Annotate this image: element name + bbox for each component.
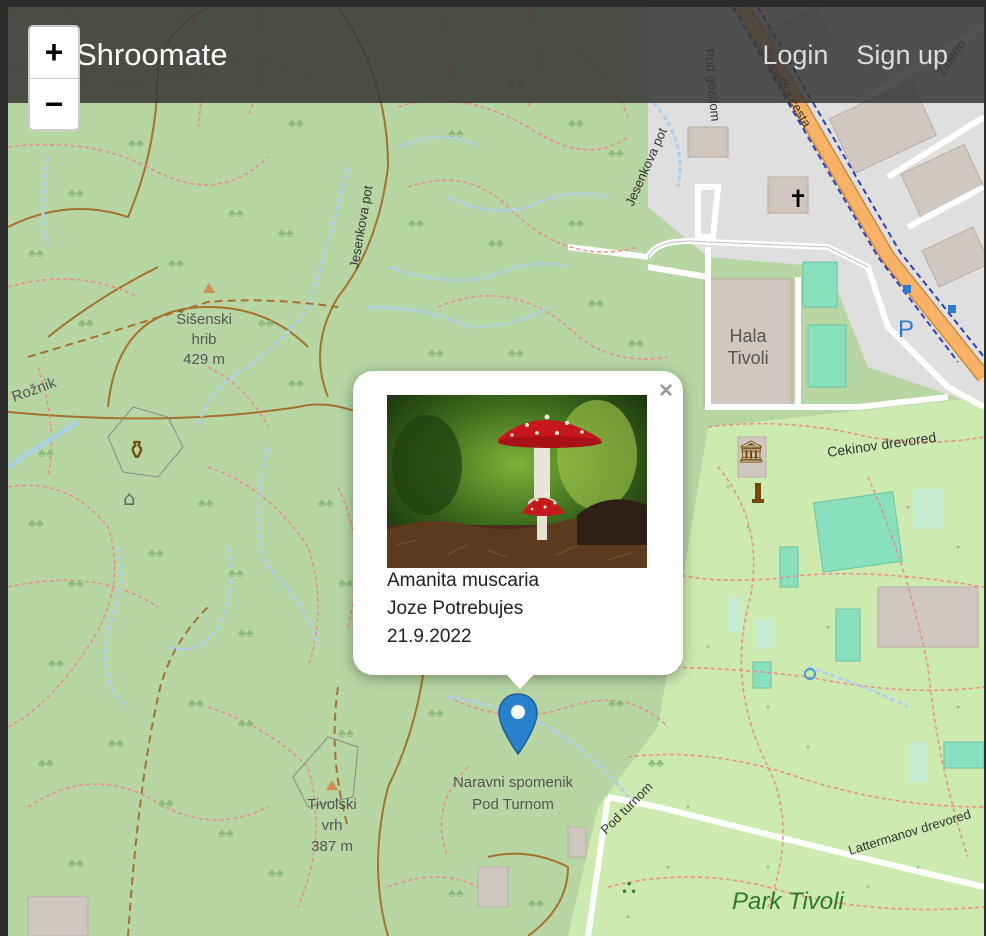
map-label-hala: Hala xyxy=(729,326,767,346)
map-label-tivolski: Tivolski xyxy=(307,796,356,813)
svg-text:♣♣: ♣♣ xyxy=(288,116,304,130)
svg-text:♣♣: ♣♣ xyxy=(318,496,334,510)
popup-tip xyxy=(503,671,537,689)
svg-text:⚱: ⚱ xyxy=(126,436,148,466)
svg-text:♣♣: ♣♣ xyxy=(228,206,244,220)
svg-text:♣♣: ♣♣ xyxy=(68,576,84,590)
svg-text:♣♣: ♣♣ xyxy=(508,346,524,360)
map-label-sisenski: Šišenski xyxy=(176,311,232,328)
svg-text:🏛: 🏛 xyxy=(737,440,765,465)
svg-text:♣♣: ♣♣ xyxy=(628,336,644,350)
svg-text:♣♣: ♣♣ xyxy=(608,696,624,710)
svg-text:♣♣: ♣♣ xyxy=(268,866,284,880)
map-label-pod-turnom-label: Pod Turnom xyxy=(472,796,554,813)
svg-text:♣♣: ♣♣ xyxy=(158,796,174,810)
svg-text:♣♣: ♣♣ xyxy=(648,756,664,770)
svg-text:♣♣: ♣♣ xyxy=(338,726,354,740)
zoom-in-button[interactable]: + xyxy=(30,27,78,79)
mushroom-photo xyxy=(387,395,647,568)
map-label-naravni: Naravni spomenik xyxy=(453,774,574,791)
app-container: ♣♣ ♣♣ ♣♣ ♣♣ ♣♣ ♣♣ ♣♣ ♣♣ ♣♣ ♣♣ ♣♣ ♣♣ ♣♣ ♣♣ ♣♣ ♣♣ ♣♣ ♣… xyxy=(8,7,984,936)
svg-text:♣♣: ♣♣ xyxy=(28,516,44,530)
svg-text:⌂: ⌂ xyxy=(123,486,136,510)
map-label-parking: P xyxy=(898,316,914,343)
map-label-tivolski-elev: 387 m xyxy=(311,838,353,855)
svg-text:♣♣: ♣♣ xyxy=(238,716,254,730)
svg-text:♣♣: ♣♣ xyxy=(168,256,184,270)
svg-text:♣♣: ♣♣ xyxy=(78,316,94,330)
map-label-tivoli-hall: Tivoli xyxy=(727,348,768,368)
svg-text:♣♣: ♣♣ xyxy=(278,226,294,240)
svg-text:♣♣: ♣♣ xyxy=(188,696,204,710)
svg-text:♣♣: ♣♣ xyxy=(148,546,164,560)
nav-links: Login Sign up xyxy=(762,40,948,71)
app-name: Shroomate xyxy=(76,37,228,72)
svg-text:♣♣: ♣♣ xyxy=(448,886,464,900)
svg-text:♣♣: ♣♣ xyxy=(588,296,604,310)
svg-text:♣♣: ♣♣ xyxy=(198,496,214,510)
login-link[interactable]: Login xyxy=(762,40,828,71)
svg-text:♣♣: ♣♣ xyxy=(568,116,584,130)
svg-text:♣♣: ♣♣ xyxy=(568,216,584,230)
zoom-control: + − xyxy=(28,25,80,131)
svg-text:⛬: ⛬ xyxy=(622,874,636,898)
svg-text:♣♣: ♣♣ xyxy=(448,126,464,140)
svg-text:♣♣: ♣♣ xyxy=(38,446,54,460)
svg-text:♣♣: ♣♣ xyxy=(258,316,274,330)
svg-text:♣♣: ♣♣ xyxy=(488,236,504,250)
svg-text:♣♣: ♣♣ xyxy=(338,576,354,590)
svg-text:♣♣: ♣♣ xyxy=(28,246,44,260)
svg-text:♣♣: ♣♣ xyxy=(128,136,144,150)
finder-name: Joze Potrebujes xyxy=(387,598,524,619)
close-icon[interactable]: × xyxy=(659,377,673,405)
svg-text:♣♣: ♣♣ xyxy=(218,826,234,840)
svg-text:♣♣: ♣♣ xyxy=(428,346,444,360)
svg-text:♣♣: ♣♣ xyxy=(608,146,624,160)
signup-link[interactable]: Sign up xyxy=(856,40,948,71)
species-name: Amanita muscaria xyxy=(387,570,540,591)
svg-text:♣♣: ♣♣ xyxy=(528,896,544,910)
map-label-sisenski-elev: 429 m xyxy=(183,351,225,368)
zoom-out-button[interactable]: − xyxy=(30,79,78,129)
svg-text:♣♣: ♣♣ xyxy=(288,376,304,390)
svg-text:♣♣: ♣♣ xyxy=(238,626,254,640)
svg-text:♣♣: ♣♣ xyxy=(68,856,84,870)
svg-text:♣♣: ♣♣ xyxy=(428,706,444,720)
svg-text:♣♣: ♣♣ xyxy=(228,566,244,580)
find-date: 21.9.2022 xyxy=(387,626,472,647)
map-label-park-tivoli: Park Tivoli xyxy=(732,888,844,915)
svg-text:♣♣: ♣♣ xyxy=(48,656,64,670)
svg-text:♣♣: ♣♣ xyxy=(408,216,424,230)
svg-text:✝: ✝ xyxy=(788,185,808,213)
svg-text:♣♣: ♣♣ xyxy=(68,186,84,200)
svg-text:♣♣: ♣♣ xyxy=(38,756,54,770)
find-popup: × Amanita muscaria Joze Potrebujes 21.9.… xyxy=(353,371,683,675)
svg-text:♣♣: ♣♣ xyxy=(108,736,124,750)
map-label-hrib: hrib xyxy=(191,331,216,348)
top-navbar: Shroomate Login Sign up xyxy=(8,7,984,103)
map-label-vrh: vrh xyxy=(322,817,343,834)
map-marker-icon[interactable] xyxy=(496,692,540,756)
